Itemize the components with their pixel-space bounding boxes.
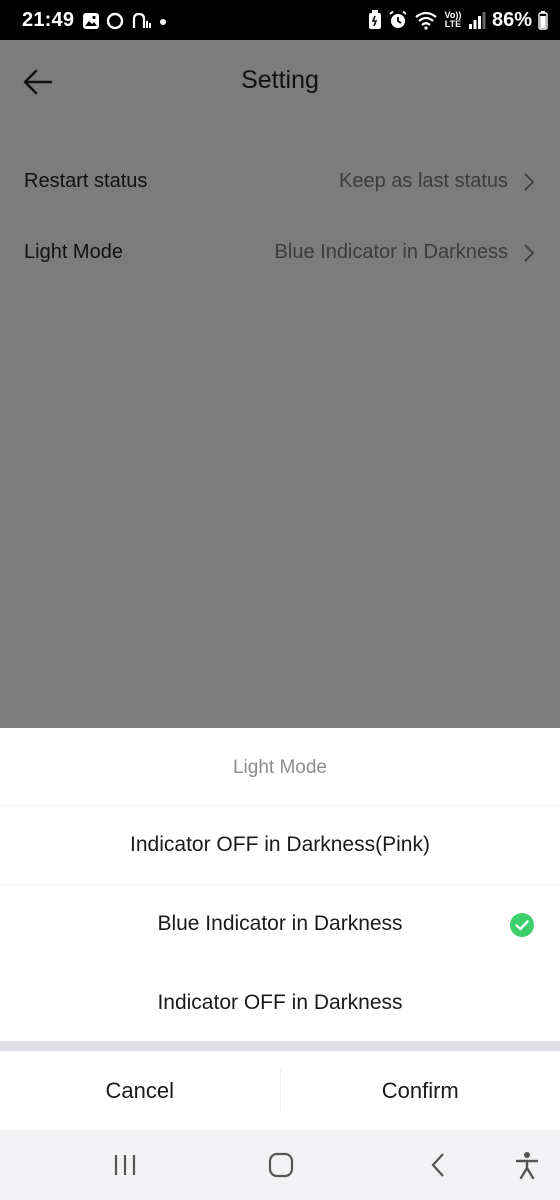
home-button[interactable] (266, 1150, 296, 1180)
system-nav-bar (0, 1130, 560, 1200)
battery-saver-icon (368, 10, 381, 29)
sheet-title: Light Mode (0, 728, 560, 806)
option-blue-indicator[interactable]: Blue Indicator in Darkness (0, 885, 560, 964)
setting-row-light-mode[interactable]: Light Mode Blue Indicator in Darkness (0, 219, 560, 289)
wifi-icon (415, 11, 437, 30)
notification-dot-icon (160, 19, 166, 25)
option-label: Blue Indicator in Darkness (157, 912, 403, 935)
sheet-footer: Cancel Confirm (0, 1051, 560, 1130)
battery-icon (538, 11, 548, 30)
status-bar: 21:49 Vo)) LTE 86% (0, 0, 560, 40)
accessibility-icon (515, 1152, 539, 1179)
status-notification-icons (82, 11, 168, 31)
headset-icon (132, 12, 151, 28)
option-label: Indicator OFF in Darkness(Pink) (130, 833, 430, 856)
chevron-right-icon (524, 173, 535, 191)
chevron-right-icon (524, 244, 535, 262)
setting-row-restart-status[interactable]: Restart status Keep as last status (0, 148, 560, 218)
option-label: Indicator OFF in Darkness (157, 991, 403, 1014)
status-system-icons: Vo)) LTE 86% (368, 8, 548, 32)
network-label: Vo)) LTE (444, 10, 462, 29)
page-title: Setting (241, 66, 319, 94)
status-time: 21:49 (22, 9, 75, 31)
dimmed-overlay[interactable] (0, 40, 560, 728)
accessibility-button[interactable] (512, 1150, 542, 1180)
signal-icon (468, 12, 486, 29)
confirm-button[interactable]: Confirm (281, 1051, 560, 1130)
recent-apps-icon (114, 1155, 136, 1175)
app-header: Setting (0, 40, 560, 122)
nav-back-button[interactable] (424, 1150, 454, 1180)
option-indicator-off[interactable]: Indicator OFF in Darkness (0, 964, 560, 1043)
sheet-divider (0, 1041, 560, 1051)
back-chevron-icon (431, 1153, 444, 1177)
cancel-button[interactable]: Cancel (0, 1051, 280, 1130)
setting-label: Restart status (24, 170, 148, 192)
gallery-icon (83, 13, 99, 29)
setting-value: Blue Indicator in Darkness (274, 241, 508, 263)
check-circle-icon (510, 913, 534, 937)
setting-label: Light Mode (24, 241, 123, 263)
setting-value: Keep as last status (339, 170, 508, 192)
option-indicator-off-pink[interactable]: Indicator OFF in Darkness(Pink) (0, 806, 560, 885)
circle-app-icon (106, 12, 124, 30)
alarm-icon (389, 10, 407, 28)
battery-percent: 86% (491, 8, 532, 31)
light-mode-sheet: Light Mode Indicator OFF in Darkness(Pin… (0, 728, 560, 1130)
home-icon (268, 1152, 294, 1178)
recent-apps-button[interactable] (110, 1150, 140, 1180)
